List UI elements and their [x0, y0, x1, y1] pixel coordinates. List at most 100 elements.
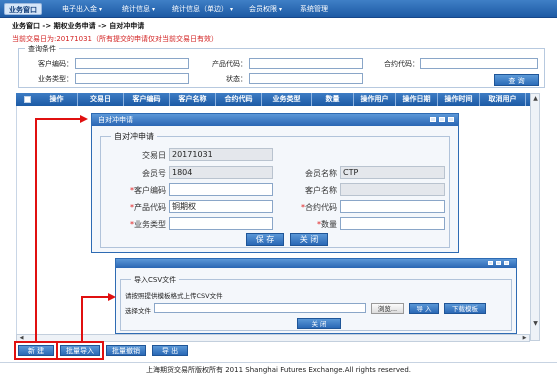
top-menubar: 业务窗口 电子出入金 ▾ 统计信息 ▾ 统计信息（单边） ▾ 会员权限 ▾ 系统管理 — [0, 0, 557, 18]
menu-member-permissions[interactable]: 会员权限 ▾ — [245, 3, 286, 15]
minimize-icon[interactable] — [430, 117, 436, 122]
business-type-label: *业务类型 — [111, 219, 166, 230]
select-all-checkbox[interactable] — [24, 96, 31, 103]
quantity-label: *数量 — [287, 219, 337, 230]
annotation-line-vertical — [35, 118, 37, 341]
csv-legend: 导入CSV文件 — [131, 275, 180, 285]
query-status-select[interactable] — [249, 73, 363, 84]
close-icon[interactable] — [504, 261, 509, 265]
product-code-label: 产品代码： — [212, 60, 247, 68]
query-button[interactable]: 查 询 — [494, 74, 539, 86]
member-no-label: 会员号 — [142, 169, 166, 178]
col-operator[interactable]: 操作用户 — [354, 93, 396, 106]
contract-code-label: *合约代码 — [287, 202, 337, 213]
menu-statistics-single[interactable]: 统计信息（单边） ▾ — [168, 3, 237, 15]
menu-system-admin[interactable]: 系统管理 — [296, 3, 332, 15]
hedge-form-legend: 自对冲申请 — [111, 131, 157, 142]
status-label: 状态： — [226, 75, 247, 83]
download-template-button[interactable]: 下载模板 — [444, 303, 486, 314]
menu-label: 统计信息（单边） — [172, 5, 228, 13]
scroll-up-icon[interactable]: ▲ — [532, 95, 539, 103]
batch-cancel-button[interactable]: 批量撤销 — [106, 345, 146, 356]
maximize-icon[interactable] — [496, 261, 501, 265]
business-type-select[interactable] — [169, 217, 273, 230]
customer-code-text: 客户编码 — [134, 186, 166, 195]
member-name-label: 会员名称 — [305, 169, 337, 178]
annotation-arrowhead-icon — [108, 293, 116, 301]
menu-statistics[interactable]: 统计信息 ▾ — [118, 3, 159, 15]
business-type-text: 业务类型 — [134, 220, 166, 229]
dialog-title: 自对冲申请 — [98, 116, 133, 124]
member-no-field: 1804 — [169, 166, 273, 179]
dialog-title-bar[interactable]: 自对冲申请 — [92, 114, 458, 126]
contract-code-input[interactable] — [340, 200, 445, 213]
scroll-down-icon[interactable]: ▼ — [532, 320, 539, 328]
col-trade-date[interactable]: 交易日 — [78, 93, 124, 106]
product-code-label: *产品代码 — [111, 202, 166, 213]
query-conditions-panel: 查询条件 客户编码： 产品代码： 合约代码： 业务类型： 状态： 查 询 — [18, 44, 545, 88]
chevron-down-icon: ▾ — [152, 6, 156, 13]
query-contract-code-input[interactable] — [420, 58, 538, 69]
dialog-title-bar[interactable] — [116, 259, 516, 268]
menu-e-funds[interactable]: 电子出入金 ▾ — [58, 3, 106, 15]
maximize-icon[interactable] — [439, 117, 445, 122]
file-path-input[interactable] — [154, 303, 366, 313]
customer-code-input[interactable] — [169, 183, 273, 196]
export-button[interactable]: 导 出 — [152, 345, 188, 356]
col-contract-code[interactable]: 合约代码 — [216, 93, 262, 106]
col-operation-time[interactable]: 操作时间 — [438, 93, 480, 106]
import-button[interactable]: 导 入 — [409, 303, 439, 314]
menu-business-window[interactable]: 业务窗口 — [4, 3, 42, 15]
csv-fieldset: 导入CSV文件 请按照提供模板格式上传CSV文件 选择文件 浏览... 导 入 … — [120, 275, 512, 331]
col-business-type[interactable]: 业务类型 — [262, 93, 312, 106]
csv-instruction: 请按照提供模板格式上传CSV文件 — [125, 292, 223, 300]
trade-date-field: 20171031 — [169, 148, 273, 161]
browse-button[interactable]: 浏览... — [371, 303, 404, 314]
trade-date-notice: 当前交易日为:20171031（所有提交的申请仅对当前交易日有效） — [12, 35, 218, 43]
customer-code-label: *客户编码 — [111, 185, 166, 196]
menu-label: 业务窗口 — [9, 6, 37, 14]
annotation-line-vertical-2 — [81, 296, 83, 341]
col-customer-name[interactable]: 客户名称 — [170, 93, 216, 106]
menu-label: 统计信息 — [122, 5, 150, 13]
chevron-down-icon: ▾ — [279, 6, 283, 13]
annotation-box-new — [14, 341, 58, 360]
grid-header: 操作 交易日 客户编码 客户名称 合约代码 业务类型 数量 操作用户 操作日期 … — [16, 93, 540, 106]
breadcrumb: 业务窗口 -> 期权业务申请 -> 自对冲申请 — [12, 22, 145, 30]
col-quantity[interactable]: 数量 — [312, 93, 354, 106]
annotation-box-batch-import — [56, 341, 104, 360]
annotation-line-horizontal-2 — [81, 296, 111, 298]
customer-code-label: 客户编码： — [38, 60, 73, 68]
customer-name-label: 客户名称 — [305, 186, 337, 195]
quantity-text: 数量 — [321, 220, 337, 229]
close-icon[interactable] — [448, 117, 454, 122]
business-type-label: 业务类型： — [38, 75, 73, 83]
minimize-icon[interactable] — [488, 261, 493, 265]
chevron-down-icon: ▾ — [230, 6, 234, 13]
hedge-form-fieldset: 自对冲申请 交易日 20171031 会员号 1804 会员名称 CTP *客户… — [100, 131, 450, 248]
col-operation-date[interactable]: 操作日期 — [396, 93, 438, 106]
trade-date-label: 交易日 — [142, 151, 166, 160]
col-operation[interactable]: 操作 — [36, 93, 78, 106]
scroll-right-icon[interactable]: ▶ — [521, 335, 528, 341]
vertical-scrollbar[interactable]: ▲ ▼ — [530, 93, 540, 341]
contract-code-label: 合约代码： — [384, 60, 419, 68]
query-product-code-input[interactable] — [249, 58, 363, 69]
hedge-application-dialog: 自对冲申请 自对冲申请 交易日 20171031 会员号 1804 会员名称 C… — [91, 113, 459, 253]
col-cancel-user[interactable]: 取消用户 — [480, 93, 526, 106]
footer: 上海期货交易所版权所有 2011 Shanghai Futures Exchan… — [0, 362, 557, 384]
query-business-type-select[interactable] — [75, 73, 189, 84]
chevron-down-icon: ▾ — [99, 6, 103, 13]
query-customer-code-input[interactable] — [75, 58, 189, 69]
member-name-field: CTP — [340, 166, 445, 179]
product-code-text: 产品代码 — [134, 203, 166, 212]
csv-close-button[interactable]: 关 闭 — [297, 318, 341, 329]
product-code-select[interactable]: 铜期权 — [169, 200, 273, 213]
close-button[interactable]: 关 闭 — [290, 233, 328, 246]
col-customer-code[interactable]: 客户编码 — [124, 93, 170, 106]
quantity-input[interactable] — [340, 217, 445, 230]
save-button[interactable]: 保 存 — [246, 233, 284, 246]
contract-code-text: 合约代码 — [305, 203, 337, 212]
file-label: 选择文件 — [125, 307, 151, 315]
customer-name-field — [340, 183, 445, 196]
